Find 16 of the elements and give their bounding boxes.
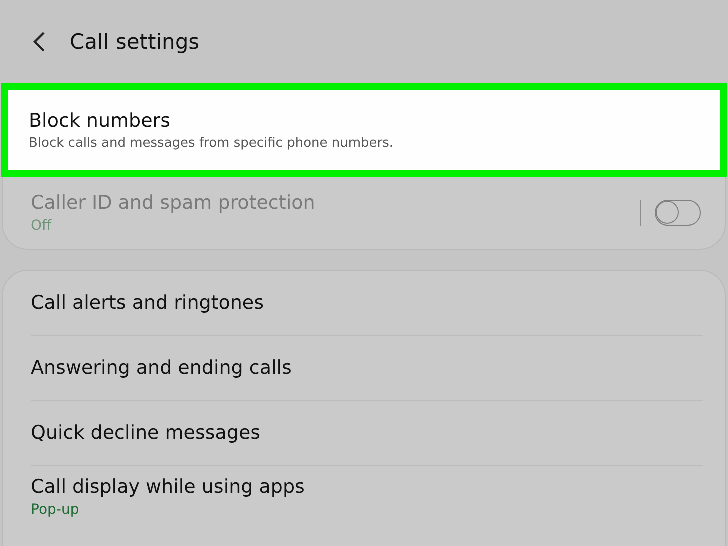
item-title: Answering and ending calls: [31, 357, 293, 379]
item-title: Call alerts and ringtones: [31, 292, 266, 314]
item-title: Call display while using apps: [31, 476, 306, 498]
settings-item[interactable]: Call alerts and ringtones: [31, 271, 703, 336]
settings-item[interactable]: Call display while using apps Pop-up: [31, 466, 703, 546]
item-title: Quick decline messages: [31, 422, 262, 444]
item-title: Block numbers: [29, 110, 172, 132]
item-subtitle: Block calls and messages from specific phone numbers.: [29, 136, 395, 150]
back-icon[interactable]: [32, 31, 46, 53]
settings-item[interactable]: Quick decline messages: [31, 401, 703, 466]
settings-item[interactable]: Answering and ending calls: [31, 336, 703, 401]
screen-title: Call settings: [70, 30, 200, 54]
item-subtitle: Off: [31, 218, 53, 234]
settings-item[interactable]: Block numbers Block calls and messages from specific phone numbers.: [1, 83, 727, 177]
item-title: Caller ID and spam protection: [31, 192, 316, 214]
item-subtitle: Pop-up: [31, 502, 80, 518]
